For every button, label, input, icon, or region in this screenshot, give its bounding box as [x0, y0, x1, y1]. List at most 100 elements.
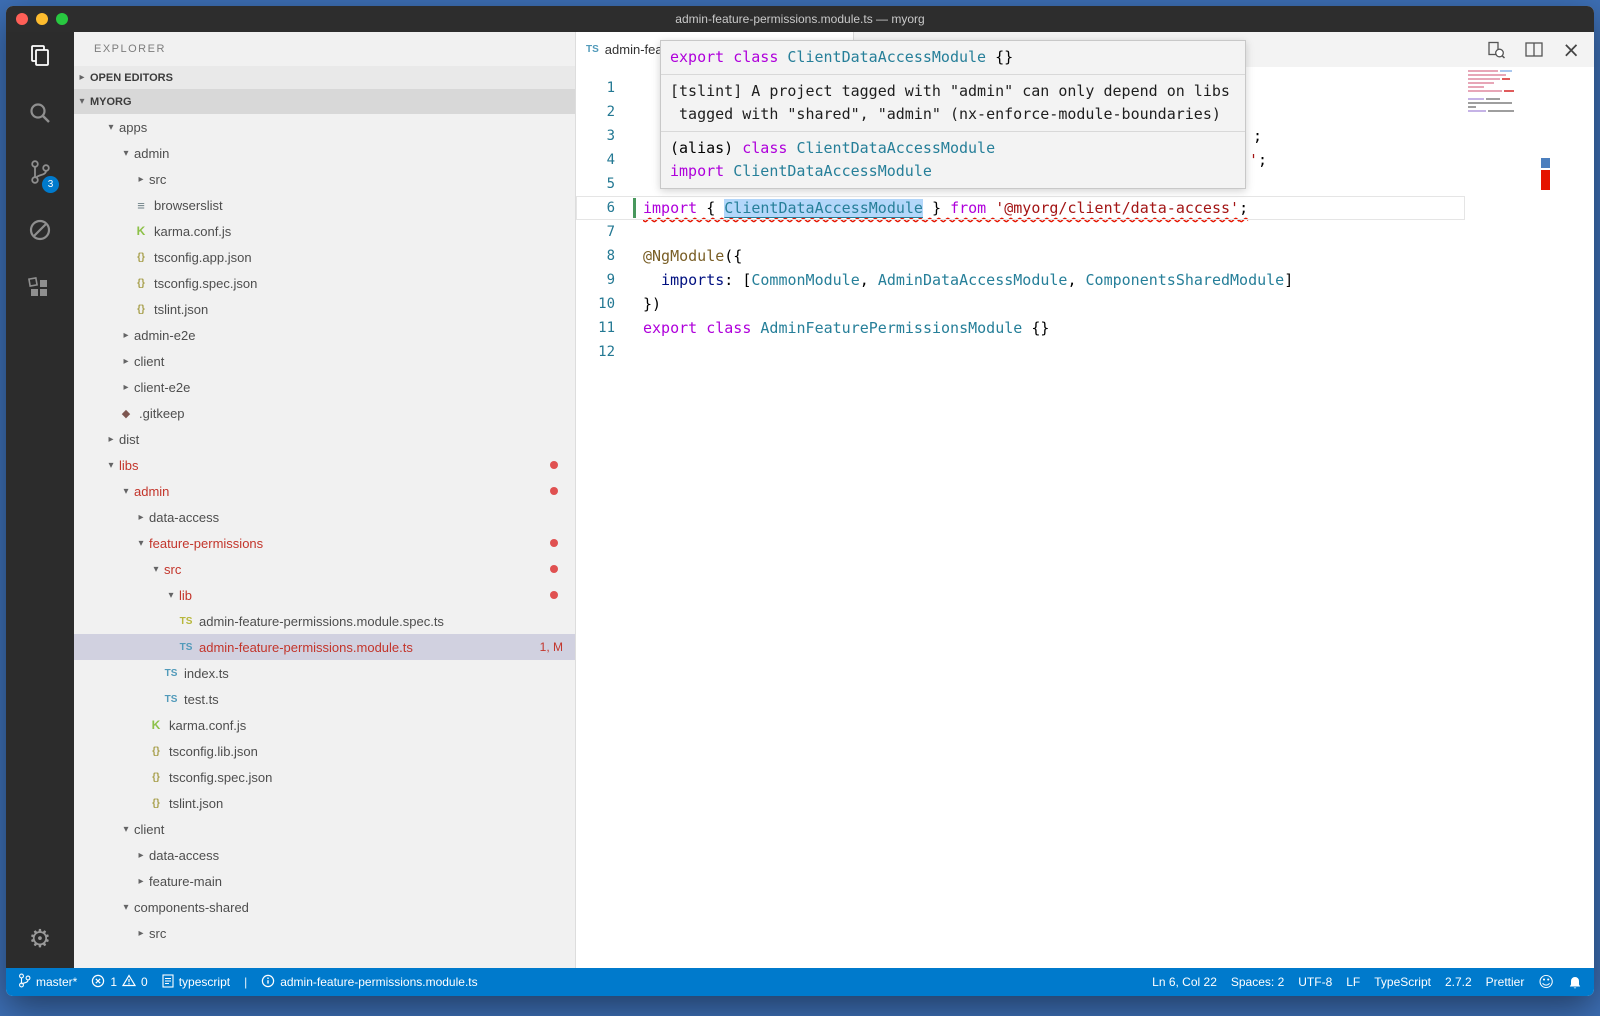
- tree-file-tslint.json[interactable]: {}tslint.json: [74, 790, 575, 816]
- tree-file-tsconfig.spec.json[interactable]: {}tsconfig.spec.json: [74, 764, 575, 790]
- chevron-down-icon[interactable]: ▾: [163, 590, 179, 601]
- tree-file-tsconfig.app.json[interactable]: {}tsconfig.app.json: [74, 244, 575, 270]
- activitybar-search[interactable]: [24, 100, 56, 132]
- activitybar-explorer[interactable]: [24, 42, 56, 74]
- activitybar-extensions[interactable]: [24, 274, 56, 306]
- tree-folder-client-e2e[interactable]: ▸client-e2e: [74, 374, 575, 400]
- root-folder-header[interactable]: ▾ MYORG: [74, 89, 575, 114]
- line-number: 10: [576, 292, 615, 316]
- tslint-status[interactable]: typescript: [162, 974, 230, 991]
- split-editor-icon[interactable]: [1524, 40, 1544, 60]
- open-editors-header[interactable]: ▸ OPEN EDITORS: [74, 66, 575, 89]
- chevron-right-icon[interactable]: ▸: [103, 434, 119, 445]
- tree-folder-feature-main[interactable]: ▸feature-main: [74, 868, 575, 894]
- tree-folder-data-access[interactable]: ▸data-access: [74, 504, 575, 530]
- branch-icon: [18, 973, 31, 991]
- code-line-7[interactable]: 7: [576, 220, 1594, 244]
- chevron-right-icon[interactable]: ▸: [133, 174, 149, 185]
- chevron-right-icon[interactable]: ▸: [133, 928, 149, 939]
- chevron-right-icon[interactable]: ▸: [133, 850, 149, 861]
- ts-spec-file-icon: TS: [178, 616, 194, 627]
- activitybar-source-control[interactable]: 3: [24, 158, 56, 190]
- chevron-down-icon[interactable]: ▾: [103, 122, 119, 133]
- tree-file-admin-feature-permissions.module.spec.ts[interactable]: TSadmin-feature-permissions.module.spec.…: [74, 608, 575, 634]
- code-text: }): [643, 292, 661, 316]
- chevron-down-icon[interactable]: ▾: [133, 538, 149, 549]
- tree-item-label: lib: [179, 588, 192, 603]
- chevron-right-icon[interactable]: ▸: [133, 512, 149, 523]
- chevron-down-icon[interactable]: ▾: [103, 460, 119, 471]
- code-line-11[interactable]: 11export class AdminFeaturePermissionsMo…: [576, 316, 1594, 340]
- git-branch-status[interactable]: master*: [18, 973, 77, 991]
- chevron-down-icon[interactable]: ▾: [118, 902, 134, 913]
- zoom-window-button[interactable]: [56, 13, 68, 25]
- close-window-button[interactable]: [16, 13, 28, 25]
- tree-file-tsconfig.spec.json[interactable]: {}tsconfig.spec.json: [74, 270, 575, 296]
- tree-folder-admin[interactable]: ▾admin: [74, 140, 575, 166]
- chevron-down-icon[interactable]: ▾: [118, 824, 134, 835]
- ts-version-status[interactable]: 2.7.2: [1445, 975, 1472, 989]
- tree-folder-apps[interactable]: ▾apps: [74, 114, 575, 140]
- tree-folder-client[interactable]: ▾client: [74, 816, 575, 842]
- indentation-status[interactable]: Spaces: 2: [1231, 975, 1284, 989]
- tree-item-label: tslint.json: [154, 302, 208, 317]
- code-line-10[interactable]: 10}): [576, 292, 1594, 316]
- minimize-window-button[interactable]: [36, 13, 48, 25]
- chevron-right-icon[interactable]: ▸: [118, 330, 134, 341]
- vscode-window: admin-feature-permissions.module.ts — my…: [6, 6, 1594, 996]
- notifications-bell-icon[interactable]: [1568, 975, 1582, 990]
- tree-folder-client[interactable]: ▸client: [74, 348, 575, 374]
- tree-file-karma.conf.js[interactable]: Kkarma.conf.js: [74, 712, 575, 738]
- code-line-12[interactable]: 12: [576, 340, 1594, 364]
- tree-folder-src[interactable]: ▸src: [74, 166, 575, 192]
- tree-folder-data-access[interactable]: ▸data-access: [74, 842, 575, 868]
- encoding-status[interactable]: UTF-8: [1298, 975, 1332, 989]
- minimap-line: [1468, 106, 1532, 108]
- tree-folder-components-shared[interactable]: ▾components-shared: [74, 894, 575, 920]
- tree-file-tsconfig.lib.json[interactable]: {}tsconfig.lib.json: [74, 738, 575, 764]
- problems-status[interactable]: 1 0: [91, 974, 147, 991]
- tree-folder-src[interactable]: ▸src: [74, 920, 575, 946]
- title-bar[interactable]: admin-feature-permissions.module.ts — my…: [6, 6, 1594, 32]
- close-editor-icon[interactable]: ×: [1562, 41, 1580, 59]
- tree-folder-admin[interactable]: ▾admin: [74, 478, 575, 504]
- token: ClientDataAccessModule: [724, 199, 923, 217]
- language-mode-status[interactable]: TypeScript: [1374, 975, 1431, 989]
- tree-item-label: src: [164, 562, 181, 577]
- eol-status[interactable]: LF: [1346, 975, 1360, 989]
- tree-folder-src[interactable]: ▾src: [74, 556, 575, 582]
- chevron-right-icon[interactable]: ▸: [133, 876, 149, 887]
- tree-file-test.ts[interactable]: TStest.ts: [74, 686, 575, 712]
- tree-file-.gitkeep[interactable]: ◆.gitkeep: [74, 400, 575, 426]
- tree-folder-dist[interactable]: ▸dist: [74, 426, 575, 452]
- open-changes-icon[interactable]: [1486, 40, 1506, 60]
- code-line-8[interactable]: 8@NgModule({: [576, 244, 1594, 268]
- minimap[interactable]: [1468, 70, 1532, 118]
- chevron-right-icon[interactable]: ▸: [118, 356, 134, 367]
- tree-file-karma.conf.js[interactable]: Kkarma.conf.js: [74, 218, 575, 244]
- tree-folder-lib[interactable]: ▾lib: [74, 582, 575, 608]
- line-number: 6: [576, 196, 615, 220]
- tree-folder-admin-e2e[interactable]: ▸admin-e2e: [74, 322, 575, 348]
- tree-file-tslint.json[interactable]: {}tslint.json: [74, 296, 575, 322]
- tree-folder-libs[interactable]: ▾libs: [74, 452, 575, 478]
- tree-item-label: test.ts: [184, 692, 219, 707]
- code-line-6[interactable]: 6import { ClientDataAccessModule } from …: [576, 196, 1594, 220]
- code-text: @NgModule({: [643, 244, 742, 268]
- chevron-down-icon[interactable]: ▾: [118, 486, 134, 497]
- feedback-smiley-icon[interactable]: ☺: [1538, 975, 1554, 989]
- file-problem-status[interactable]: admin-feature-permissions.module.ts: [261, 974, 477, 991]
- cursor-position-status[interactable]: Ln 6, Col 22: [1152, 975, 1217, 989]
- chevron-down-icon[interactable]: ▾: [148, 564, 164, 575]
- formatter-status[interactable]: Prettier: [1486, 975, 1525, 989]
- tree-file-index.ts[interactable]: TSindex.ts: [74, 660, 575, 686]
- chevron-down-icon[interactable]: ▾: [118, 148, 134, 159]
- activitybar-debug[interactable]: [24, 216, 56, 248]
- tree-folder-feature-permissions[interactable]: ▾feature-permissions: [74, 530, 575, 556]
- chevron-right-icon[interactable]: ▸: [118, 382, 134, 393]
- tree-file-browserslist[interactable]: ≡browserslist: [74, 192, 575, 218]
- token: ,: [860, 271, 878, 289]
- tree-file-admin-feature-permissions.module.ts[interactable]: TSadmin-feature-permissions.module.ts1, …: [74, 634, 575, 660]
- activitybar-settings[interactable]: ⚙: [24, 922, 56, 954]
- code-line-9[interactable]: 9 imports: [CommonModule, AdminDataAcces…: [576, 268, 1594, 292]
